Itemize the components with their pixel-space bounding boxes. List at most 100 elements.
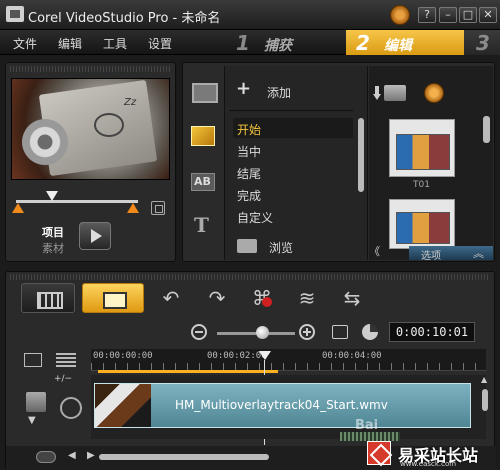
enlarge-preview-icon[interactable] [151,201,165,215]
library-thumbnail[interactable] [389,119,455,177]
step-label: 编辑 [384,38,412,54]
timeline-vertical-scrollbar[interactable]: ▲ [480,375,490,439]
close-button[interactable]: ✕ [479,7,497,23]
browse-button[interactable]: 浏览 [235,237,355,257]
track-visibility-toggle[interactable] [36,451,56,463]
watermark-logo-icon [367,441,391,465]
preview-doodle-text: Zz [124,97,137,108]
storyboard-view-button[interactable] [21,283,75,313]
record-capture-icon[interactable]: ⌘ [250,287,274,309]
transition-tab-icon[interactable] [187,121,217,151]
preview-doodle [94,113,124,137]
folder-item-middle[interactable]: 当中 [233,140,353,160]
menu-settings[interactable]: 设置 [148,35,172,52]
divider [229,110,353,111]
clock-icon [362,324,378,340]
project-duration-bar [98,370,278,373]
timeline-view-button[interactable] [82,283,144,313]
panel-grip[interactable] [10,274,490,280]
zoom-in-icon[interactable] [299,324,315,340]
audio-mixer-icon[interactable]: ≋ [295,287,319,309]
ruler-label: 00:00:02:00 [207,351,267,361]
scroll-left-icon[interactable]: ◀ [68,450,76,461]
track-manager-icon[interactable] [24,353,42,367]
panel-grip[interactable] [10,66,170,72]
graphics-tab-label: T [194,213,209,237]
import-reel-icon[interactable] [424,83,444,103]
clip-thumbnail [95,384,151,427]
step-number: 3 [476,31,490,55]
thumbnail-label: T01 [413,180,430,190]
undo-icon[interactable]: ↶ [159,287,183,309]
preview-tape-roll [22,119,68,165]
maximize-button[interactable]: □ [459,7,477,23]
timeline-horizontal-scrollbar[interactable] [99,454,269,460]
preview-screen: Zz [11,78,170,180]
thumbnail-area: T01 《 选项 ︽ [369,66,493,262]
thumbnail-scrollbar[interactable] [483,116,490,232]
step-label: 捕获 [264,38,292,54]
timeline-panel: ↶ ↷ ⌘ ≋ ⇆ 0:00:10:01 00:00:00:00 00:00:0… [5,271,496,470]
step-share-tab[interactable]: 3 [464,30,500,55]
playhead-handle[interactable] [259,351,271,360]
menu-edit[interactable]: 编辑 [58,35,82,52]
sort-arrow-icon[interactable] [373,86,381,100]
browse-label: 浏览 [269,241,294,255]
scrub-handle[interactable] [46,191,58,201]
collapse-library-button[interactable]: 《 [369,246,383,260]
redo-icon[interactable]: ↷ [205,287,229,309]
menu-tools[interactable]: 工具 [103,35,127,52]
add-label: 添加 [267,86,292,100]
timeline-clip[interactable]: HM_Multioverlaytrack04_Start.wmv [94,383,471,428]
folder-scrollbar[interactable] [357,118,365,206]
folder-item-start[interactable]: 开始 [233,118,353,138]
menu-bar: 文件 编辑 工具 设置 1 捕获 2 编辑 3 [0,30,500,55]
folder-item-done[interactable]: 完成 [233,184,353,204]
clip-label: HM_Multioverlaytrack04_Start.wmv [175,398,388,412]
track-manager-tools[interactable] [20,351,90,369]
chevron-up-icon[interactable]: ▲ [481,375,487,384]
add-folder-button[interactable]: + 添加 [225,78,355,104]
reel-icon[interactable] [390,5,410,25]
app-icon [6,6,24,22]
watermark-url: www.easck.com [400,460,457,468]
library-thumbnail[interactable] [389,199,455,249]
step-number: 2 [356,31,370,55]
mode-clip[interactable]: 素材 [42,240,64,256]
chevron-down-icon[interactable]: ▼ [28,415,36,426]
options-label: 选项 [421,251,441,262]
chevron-up-icon: ︽ [473,247,484,260]
add-remove-track[interactable]: +/− [54,374,72,384]
menu-file[interactable]: 文件 [13,35,37,52]
trim-start-marker[interactable] [12,203,24,213]
step-capture-tab[interactable]: 1 捕获 [230,30,346,55]
scroll-right-icon[interactable]: ▶ [87,450,95,461]
library-panel: AB T + 添加 开始 当中 结尾 完成 自定义 浏览 T01 《 选项 ︽ [182,62,495,262]
window-title: Corel VideoStudio Pro - 未命名 [28,11,221,26]
minimize-button[interactable]: – [439,7,457,23]
open-folder-icon[interactable] [384,85,406,101]
timecode-display[interactable]: 0:00:10:01 [389,322,475,342]
ruler-label: 00:00:04:00 [322,351,382,361]
play-button[interactable] [79,222,111,250]
track-marker [340,432,400,441]
folder-item-custom[interactable]: 自定义 [233,206,353,226]
chapter-icon[interactable] [56,353,76,367]
time-ruler[interactable]: 00:00:00:00 00:00:02:00 00:00:04:00 [91,349,486,371]
zoom-out-icon[interactable] [191,324,207,340]
media-tab-icon[interactable] [187,77,218,107]
title-bar: Corel VideoStudio Pro - 未命名 ? – □ ✕ [0,0,500,30]
ruler-label: 00:00:00:00 [93,351,153,361]
trim-end-marker[interactable] [127,203,139,213]
video-track-icon[interactable] [60,397,82,419]
auto-music-icon[interactable]: ⇆ [340,287,364,309]
step-edit-tab[interactable]: 2 编辑 [346,30,464,55]
help-button[interactable]: ? [418,7,436,23]
scrub-bar[interactable] [16,200,138,203]
track-toggle-icon[interactable] [26,392,46,412]
title-tab-label: AB [194,175,211,188]
zoom-slider-handle[interactable] [256,326,269,339]
fit-project-icon[interactable] [332,325,348,339]
mode-project[interactable]: 项目 [42,224,64,240]
folder-item-end[interactable]: 结尾 [233,162,353,182]
